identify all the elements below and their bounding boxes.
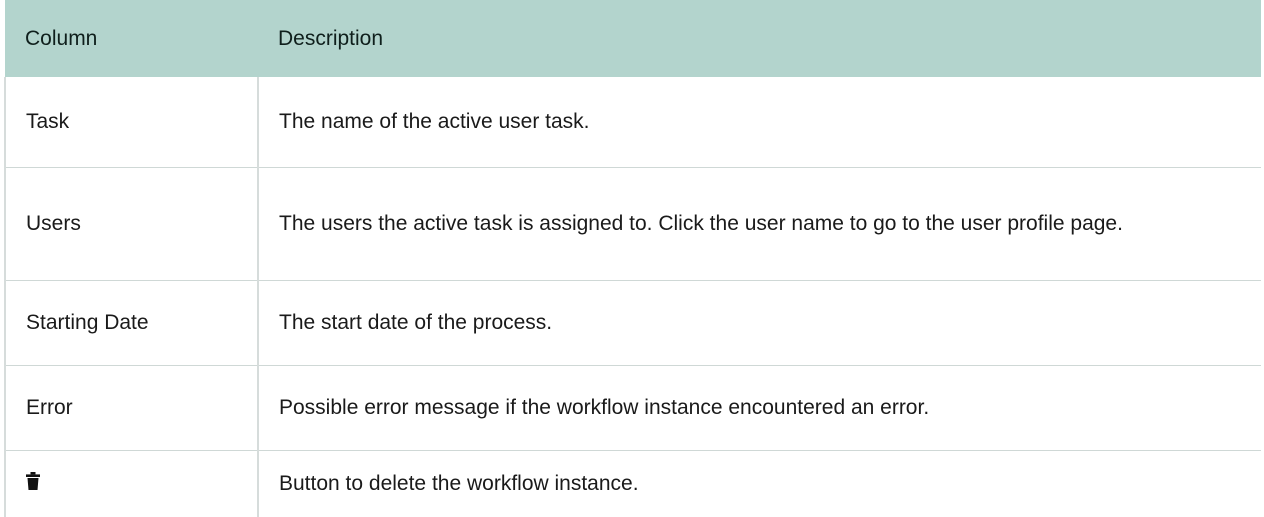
table-header-row: Column Description [5, 0, 1261, 77]
table-row: Button to delete the workflow instance. [5, 451, 1261, 517]
cell-column: Starting Date [5, 281, 258, 366]
columns-table: Column Description Task The name of the … [4, 0, 1261, 517]
header-description: Description [258, 0, 1261, 77]
table-row: Users The users the active task is assig… [5, 168, 1261, 281]
trash-icon [26, 467, 40, 501]
table-row: Error Possible error message if the work… [5, 366, 1261, 451]
table-row: Task The name of the active user task. [5, 77, 1261, 168]
header-column: Column [5, 0, 258, 77]
cell-description: The users the active task is assigned to… [258, 168, 1261, 281]
table-row: Starting Date The start date of the proc… [5, 281, 1261, 366]
cell-description: The start date of the process. [258, 281, 1261, 366]
cell-description: The name of the active user task. [258, 77, 1261, 168]
cell-column: Task [5, 77, 258, 168]
cell-column [5, 451, 258, 517]
cell-column: Users [5, 168, 258, 281]
cell-description: Possible error message if the workflow i… [258, 366, 1261, 451]
cell-description: Button to delete the workflow instance. [258, 451, 1261, 517]
cell-column: Error [5, 366, 258, 451]
